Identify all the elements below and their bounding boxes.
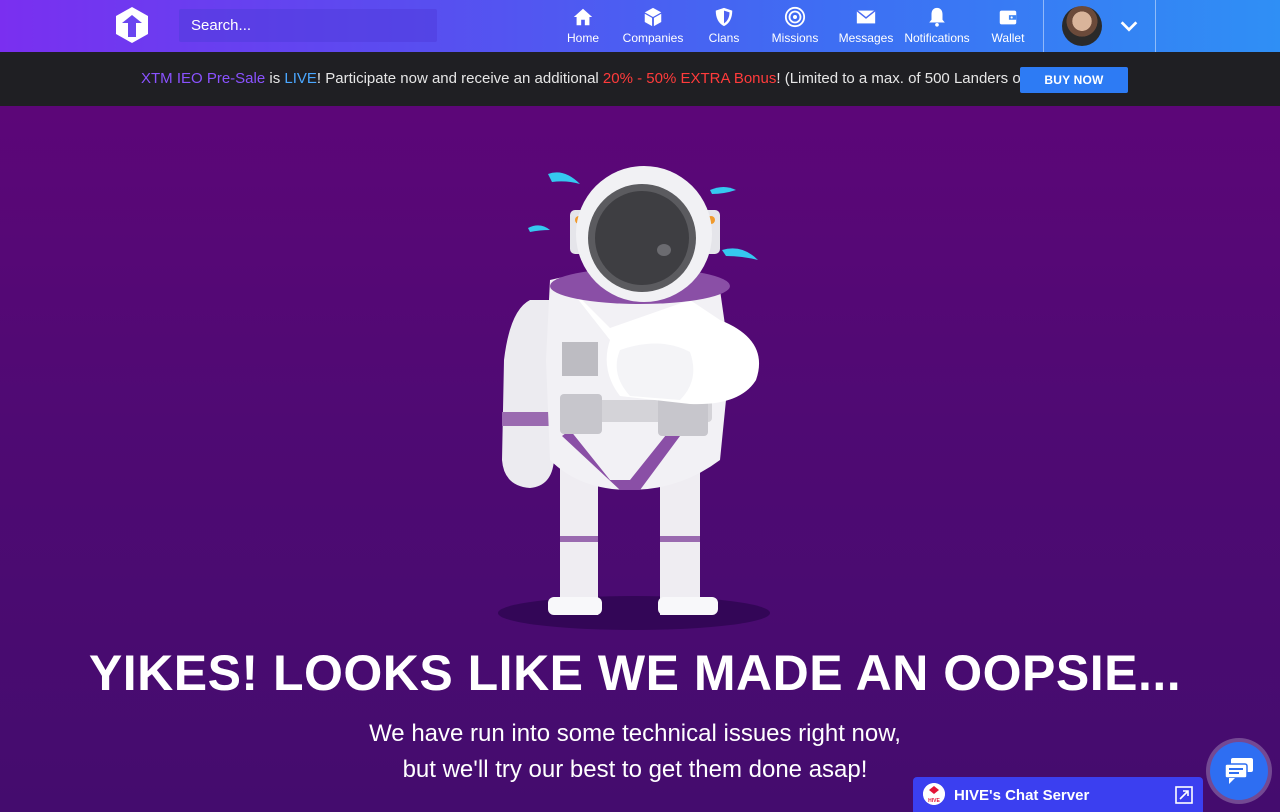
promo-text-part: ! (Limited to a max. of 500 Landers only…: [776, 70, 1045, 87]
search-input[interactable]: [179, 9, 437, 42]
envelope-icon: [856, 10, 876, 24]
nav-messages-label: Messages: [838, 31, 894, 45]
astronaut-illustration: [498, 166, 770, 630]
chat-title: HIVE's Chat Server: [954, 787, 1090, 804]
promo-text: XTM IEO Pre-Sale is LIVE! Participate no…: [141, 70, 1045, 87]
nav-wallet[interactable]: Wallet: [988, 0, 1028, 52]
nav-notifications-label: Notifications: [904, 31, 970, 45]
wallet-icon: [999, 10, 1017, 25]
promo-bonus: 20% - 50% EXTRA Bonus: [602, 70, 777, 87]
error-subtext-line1: We have run into some technical issues r…: [369, 720, 901, 747]
chevron-down-icon[interactable]: [1118, 15, 1140, 37]
buy-now-button[interactable]: BUY NOW: [1020, 67, 1128, 93]
site-logo[interactable]: [112, 5, 152, 45]
chat-bubble-button[interactable]: [1210, 742, 1268, 800]
promo-text-part: ! Participate now and receive an additio…: [316, 70, 603, 87]
home-icon: [573, 8, 593, 26]
nav-notifications[interactable]: Notifications: [904, 0, 970, 52]
cube-icon: [644, 7, 662, 27]
shield-icon: [715, 7, 733, 27]
nav-clans-label: Clans: [708, 31, 740, 45]
hive-logo-icon: HIVE: [923, 783, 945, 805]
divider: [1043, 0, 1044, 52]
chat-widget-bar[interactable]: HIVE HIVE's Chat Server: [913, 777, 1203, 812]
chat-bubble-icon: [1224, 758, 1253, 784]
hive-logo-text: HIVE: [928, 798, 940, 804]
nav-missions[interactable]: Missions: [770, 0, 820, 52]
divider: [1155, 0, 1156, 52]
nav-messages[interactable]: Messages: [838, 0, 894, 52]
target-icon: [784, 6, 806, 28]
nav-home[interactable]: Home: [560, 0, 606, 52]
nav-companies[interactable]: Companies: [623, 0, 683, 52]
promo-live: LIVE: [284, 70, 317, 87]
top-navigation-bar: Home Companies Clans Missions Messages: [0, 0, 1280, 52]
nav-companies-label: Companies: [622, 31, 684, 45]
promo-sale-name: XTM IEO Pre-Sale: [141, 70, 266, 87]
avatar[interactable]: [1062, 6, 1102, 46]
nav-wallet-label: Wallet: [991, 31, 1025, 45]
error-headline: YIKES! LOOKS LIKE WE MADE AN OOPSIE...: [88, 645, 1182, 701]
nav-home-label: Home: [566, 31, 599, 45]
promo-text-part: is: [265, 70, 285, 87]
nav-missions-label: Missions: [771, 31, 819, 45]
expand-icon[interactable]: [1175, 786, 1193, 804]
bell-icon: [929, 7, 945, 27]
nav-clans[interactable]: Clans: [704, 0, 744, 52]
